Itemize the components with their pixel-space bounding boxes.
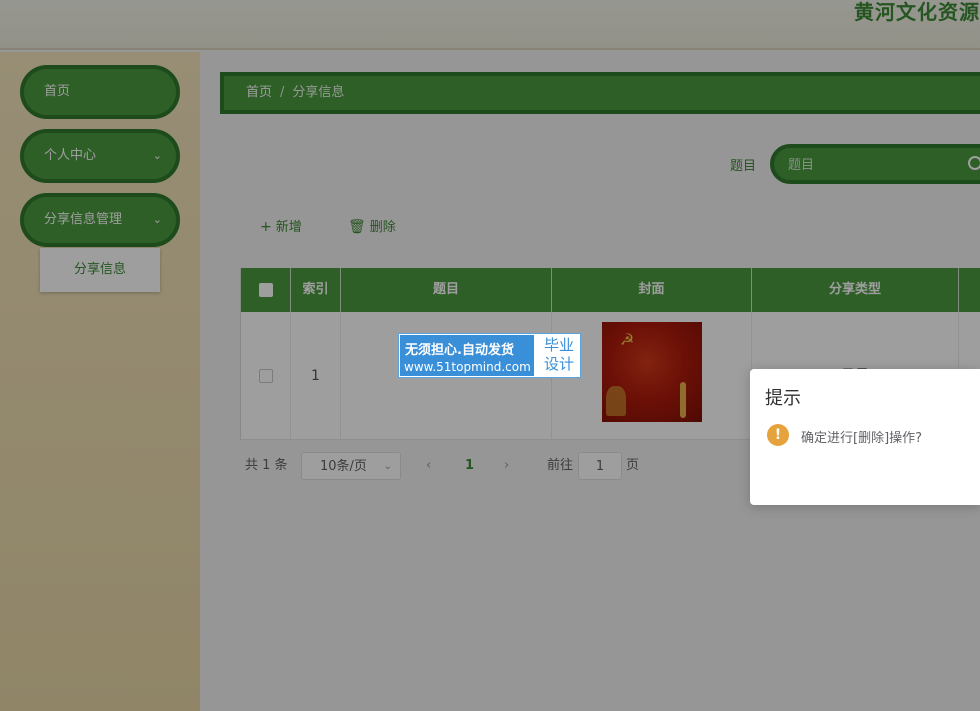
- dialog-title: 提示: [765, 388, 801, 409]
- confirm-dialog: 提示 ! 确定进行[删除]操作?: [750, 369, 980, 505]
- warning-icon: !: [767, 424, 789, 446]
- watermark-right-bottom: 设计: [543, 355, 574, 373]
- dialog-message: 确定进行[删除]操作?: [801, 431, 923, 446]
- watermark-right-top: 毕业: [543, 336, 574, 354]
- watermark-left: 无须担心.自动发货 www.51topmind.com: [400, 335, 534, 376]
- watermark-url: www.51topmind.com: [404, 360, 531, 374]
- watermark-badge: 无须担心.自动发货 www.51topmind.com 毕业 设计: [398, 333, 581, 378]
- watermark-line1: 无须担心.自动发货: [405, 343, 514, 358]
- watermark-right: 毕业 设计: [539, 336, 579, 374]
